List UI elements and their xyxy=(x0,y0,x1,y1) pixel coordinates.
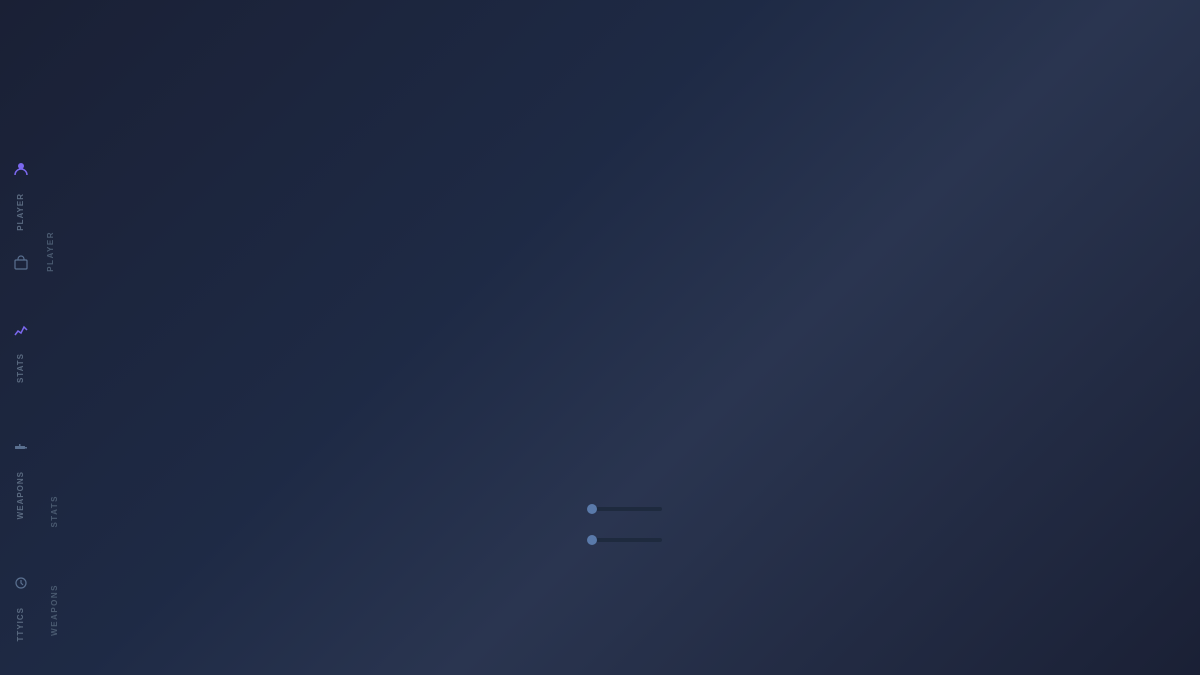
sidebar-item-misc[interactable] xyxy=(5,567,37,599)
sidebar-item-weapons[interactable] xyxy=(5,431,37,463)
slider-track-perk[interactable] xyxy=(587,538,662,542)
sidebar-item-inventory[interactable] xyxy=(5,247,37,279)
weapons-section-label: WEAPONS xyxy=(50,584,59,636)
player-section-label: PLAYER xyxy=(46,231,55,272)
sidebar-item-player[interactable] xyxy=(5,153,37,185)
stats-section-label: STATS xyxy=(50,495,59,528)
sidebar-label-player: PLAYER xyxy=(16,189,25,235)
sidebar-label-misc: TTYICS xyxy=(16,603,25,645)
sidebar-label-stats: STATS xyxy=(16,349,25,387)
slider-track-skill[interactable] xyxy=(587,507,662,511)
sidebar-item-stats[interactable] xyxy=(5,313,37,345)
sidebar-label-weapons: WEAPONS xyxy=(16,467,25,523)
